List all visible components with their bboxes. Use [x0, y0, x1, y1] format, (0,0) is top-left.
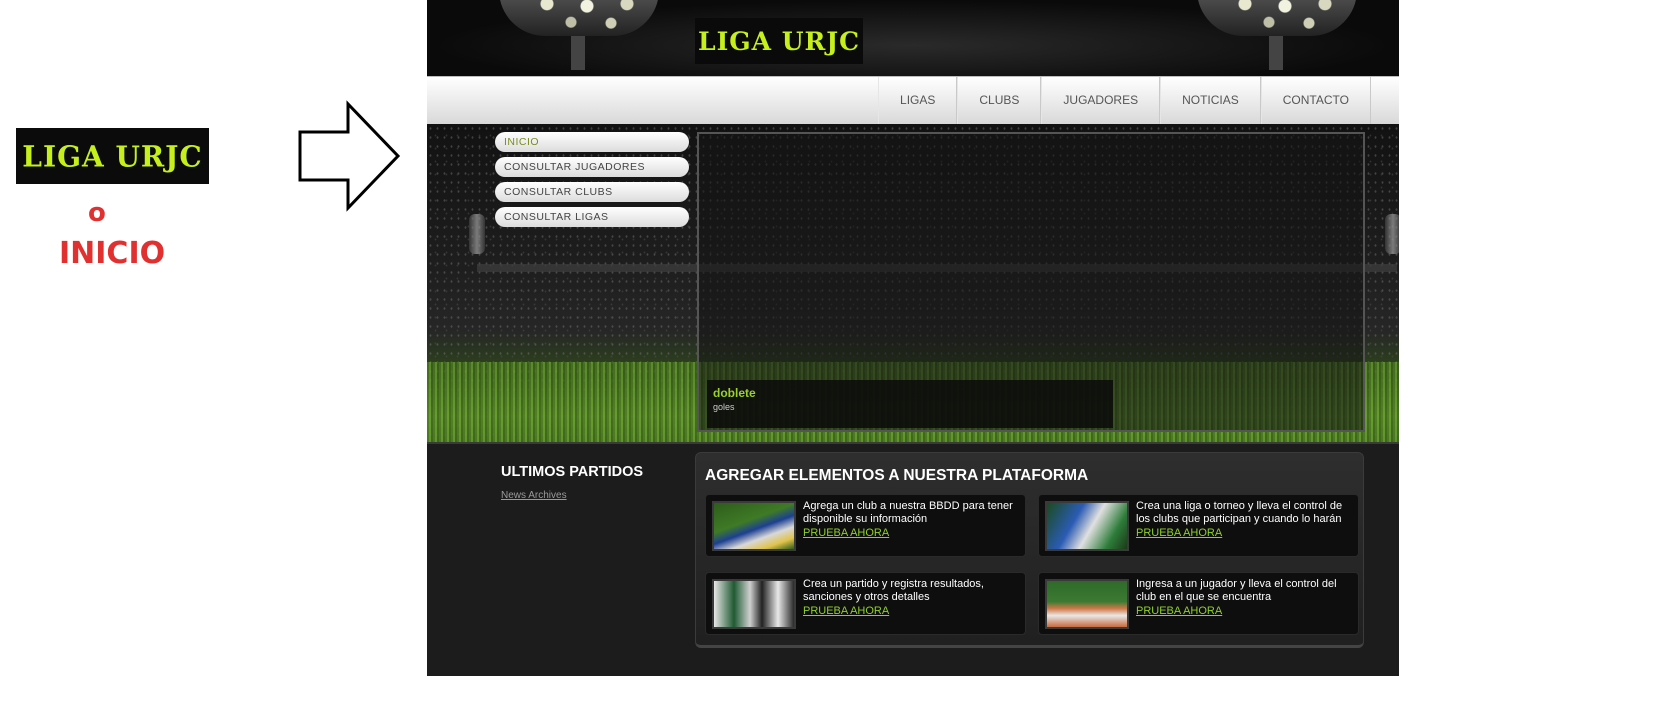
agregar-panel: AGREGAR ELEMENTOS A NUESTRA PLATAFORMA A… — [695, 452, 1364, 648]
top-navbar: LIGAS CLUBS JUGADORES NOTICIAS CONTACTO — [427, 76, 1399, 124]
annotation-or: o — [88, 198, 106, 228]
nav-item-noticias[interactable]: NOTICIAS — [1160, 77, 1261, 124]
card-text: Crea un partido y registra resultados, s… — [803, 578, 984, 603]
annotation-logo: LIGA URJC — [16, 128, 209, 184]
sidebar-item-consultar-clubs[interactable]: CONSULTAR CLUBS — [495, 182, 689, 202]
news-archives-link[interactable]: News Archives — [501, 490, 567, 501]
nav-item-ligas[interactable]: LIGAS — [878, 77, 958, 124]
feature-card-jugador: Ingresa a un jugador y lleva el control … — [1038, 572, 1359, 635]
prueba-ahora-link[interactable]: PRUEBA AHORA — [803, 527, 889, 539]
card-thumbnail — [1045, 579, 1129, 629]
website-screenshot: LIGA URJC LIGAS CLUBS JUGADORES NOTICIAS… — [427, 0, 1399, 676]
sidebar-item-consultar-ligas[interactable]: CONSULTAR LIGAS — [495, 207, 689, 227]
ultimos-partidos-title: ULTIMOS PARTIDOS — [501, 464, 644, 480]
card-thumbnail — [1045, 501, 1129, 551]
card-thumbnail — [712, 501, 796, 551]
site-logo-text: LIGA URJC — [697, 26, 861, 56]
nav-item-contacto[interactable]: CONTACTO — [1260, 77, 1371, 124]
site-logo[interactable]: LIGA URJC — [695, 18, 863, 64]
nav-item-jugadores[interactable]: JUGADORES — [1041, 77, 1161, 124]
card-text: Ingresa a un jugador y lleva el control … — [1136, 578, 1337, 603]
feature-card-club: Agrega un club a nuestra BBDD para tener… — [705, 494, 1026, 557]
slider-caption: doblete goles — [707, 380, 1113, 428]
feature-card-partido: Crea un partido y registra resultados, s… — [705, 572, 1026, 635]
card-text: Crea una liga o torneo y lleva el contro… — [1136, 500, 1343, 525]
sidebar-item-consultar-jugadores[interactable]: CONSULTAR JUGADORES — [495, 157, 689, 177]
card-thumbnail — [712, 579, 796, 629]
right-arrow-icon — [298, 100, 401, 212]
stadium-light-icon — [499, 0, 659, 70]
top-nav: LIGAS CLUBS JUGADORES NOTICIAS CONTACTO — [878, 77, 1371, 124]
stadium-light-icon — [1197, 0, 1357, 70]
annotation-inicio: INICIO — [59, 236, 166, 271]
annotation-logo-text: LIGA URJC — [22, 138, 203, 174]
bottom-section: ULTIMOS PARTIDOS News Archives AGREGAR E… — [427, 442, 1399, 676]
slider-caption-subtitle: goles — [713, 402, 735, 412]
prueba-ahora-link[interactable]: PRUEBA AHORA — [1136, 605, 1222, 617]
slider-caption-title: doblete — [713, 386, 756, 400]
nav-item-clubs[interactable]: CLUBS — [957, 77, 1042, 124]
image-slider[interactable]: doblete goles — [697, 132, 1365, 432]
prueba-ahora-link[interactable]: PRUEBA AHORA — [1136, 527, 1222, 539]
feature-card-liga: Crea una liga o torneo y lleva el contro… — [1038, 494, 1359, 557]
card-text: Agrega un club a nuestra BBDD para tener… — [803, 500, 1013, 525]
sidebar-item-inicio[interactable]: INICIO — [495, 132, 689, 152]
header: LIGA URJC — [427, 0, 1399, 76]
sidebar-menu: INICIO CONSULTAR JUGADORES CONSULTAR CLU… — [495, 132, 689, 232]
panel-title: AGREGAR ELEMENTOS A NUESTRA PLATAFORMA — [705, 467, 1089, 484]
prueba-ahora-link[interactable]: PRUEBA AHORA — [803, 605, 889, 617]
